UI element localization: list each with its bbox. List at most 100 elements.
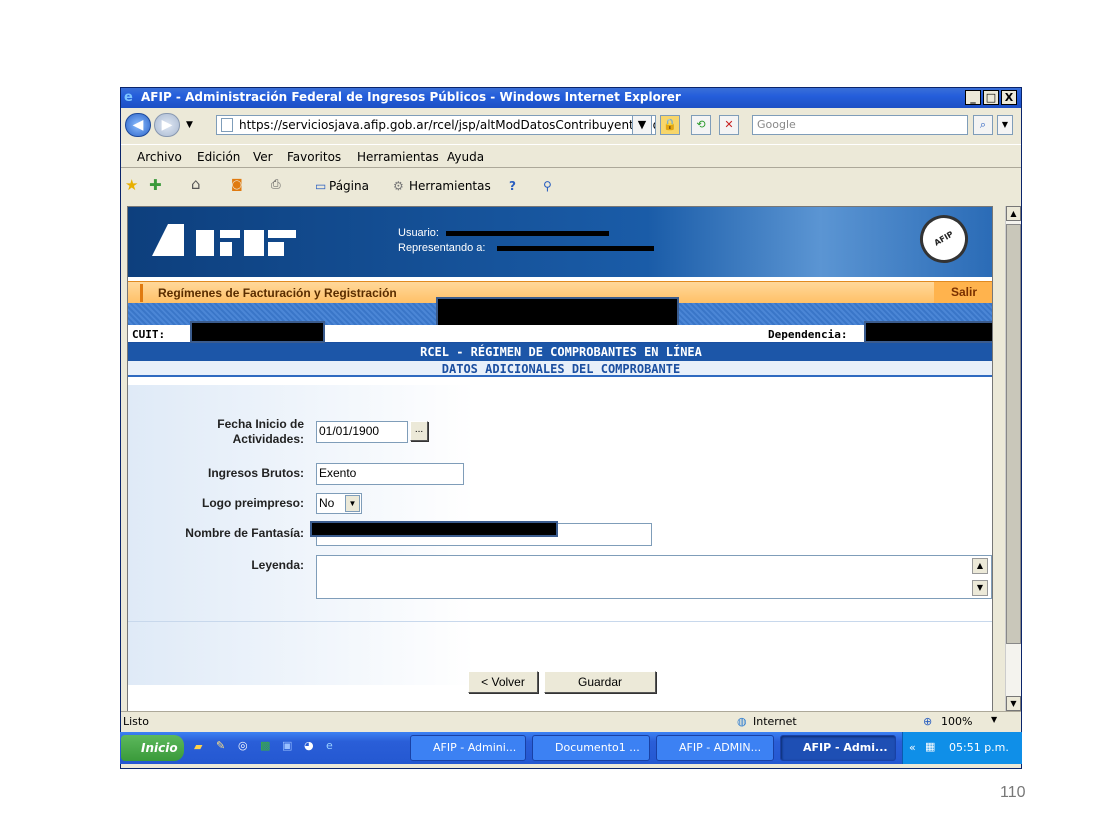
history-dropdown-icon[interactable]: ▼ bbox=[186, 120, 193, 130]
ingresos-brutos-input[interactable]: Exento bbox=[316, 463, 464, 485]
ingresos-label: Ingresos Brutos: bbox=[207, 466, 304, 480]
research-icon[interactable]: ⚲ bbox=[543, 179, 552, 193]
redacted-cuit bbox=[190, 321, 325, 343]
fecha-inicio-input[interactable]: 01/01/1900 bbox=[316, 421, 408, 443]
menu-favoritos[interactable]: Favoritos bbox=[287, 150, 341, 164]
folder-icon[interactable]: ▰ bbox=[194, 740, 202, 753]
task-afip-2[interactable]: AFIP - ADMIN... bbox=[656, 735, 774, 761]
rcel-title: RCEL - RÉGIMEN DE COMPROBANTES EN LÍNEA bbox=[128, 343, 992, 361]
status-text: Listo bbox=[123, 715, 149, 728]
zoom-level[interactable]: 100% bbox=[941, 715, 972, 728]
excel-icon[interactable]: ▩ bbox=[260, 739, 270, 752]
cuit-row: CUIT: Dependencia: bbox=[128, 321, 992, 343]
logo-select-value: No bbox=[319, 496, 335, 510]
page-subtitle: DATOS ADICIONALES DEL COMPROBANTE bbox=[128, 361, 992, 377]
status-bar: Listo ◍ Internet ⊕ 100% ▼ bbox=[121, 711, 1021, 731]
close-button[interactable]: X bbox=[1001, 90, 1017, 105]
leyenda-textarea[interactable] bbox=[316, 555, 992, 599]
forward-button[interactable]: ▶ bbox=[154, 113, 180, 137]
leyenda-label: Leyenda: bbox=[251, 558, 304, 572]
fecha-label-1: Fecha Inicio de bbox=[217, 417, 304, 431]
redacted-representado bbox=[497, 246, 654, 251]
guardar-button[interactable]: Guardar bbox=[544, 671, 656, 693]
browser-window: e AFIP - Administración Federal de Ingre… bbox=[120, 87, 1022, 769]
zone-text: Internet bbox=[753, 715, 797, 728]
scroll-thumb[interactable] bbox=[1006, 224, 1021, 644]
afip-header: Usuario: Representando a: AFIP bbox=[128, 207, 992, 277]
section-title: Regímenes de Facturación y Registración bbox=[158, 286, 397, 300]
add-favorite-icon[interactable]: ✚ bbox=[149, 176, 162, 194]
afip-seal-logo: AFIP bbox=[911, 207, 977, 272]
scroll-up-icon[interactable]: ▲ bbox=[1006, 206, 1021, 221]
zoom-icon: ⊕ bbox=[923, 715, 933, 728]
section-bar-marker bbox=[140, 284, 143, 302]
system-tray: « ▦ 05:51 p.m. bbox=[902, 732, 1022, 764]
menu-ayuda[interactable]: Ayuda bbox=[447, 150, 484, 164]
fecha-label-2: Actividades: bbox=[232, 432, 304, 446]
task-afip-active[interactable]: AFIP - Admi... bbox=[780, 735, 896, 761]
taskbar: Inicio ▰ ✎ ◎ ▩ ▣ ◕ e AFIP - Admini... Do… bbox=[120, 732, 1022, 764]
search-options-icon[interactable]: ▼ bbox=[997, 115, 1013, 135]
menu-herramientas[interactable]: Herramientas bbox=[357, 150, 439, 164]
lock-icon[interactable]: 🔒 bbox=[660, 115, 680, 135]
refresh-icon[interactable]: ⟲ bbox=[691, 115, 711, 135]
quicklaunch-icon-2[interactable]: ✎ bbox=[216, 739, 225, 752]
ie-icon: e bbox=[124, 90, 133, 105]
fantasia-label: Nombre de Fantasía: bbox=[185, 526, 304, 540]
word-icon[interactable]: ▣ bbox=[282, 739, 292, 752]
redacted-user bbox=[446, 231, 609, 236]
window-title: AFIP - Administración Federal de Ingreso… bbox=[141, 90, 681, 104]
favorites-star-icon[interactable]: ★ bbox=[125, 176, 138, 194]
menu-archivo[interactable]: Archivo bbox=[137, 150, 182, 164]
menu-bar: Archivo Edición Ver Favoritos Herramient… bbox=[121, 144, 1021, 168]
tools-gear-icon: ⚙ bbox=[393, 179, 404, 193]
menu-ver[interactable]: Ver bbox=[253, 150, 273, 164]
form-divider bbox=[128, 621, 992, 622]
url-text: https://serviciosjava.afip.gob.ar/rcel/j… bbox=[239, 118, 656, 132]
leyenda-scroll-down[interactable]: ▼ bbox=[972, 580, 988, 596]
chevron-down-icon[interactable]: ▼ bbox=[345, 495, 360, 512]
zoom-dropdown-icon[interactable]: ▼ bbox=[991, 715, 997, 724]
minimize-button[interactable]: _ bbox=[965, 90, 981, 105]
feeds-icon[interactable]: ◙ bbox=[231, 177, 243, 191]
search-input[interactable]: Google bbox=[752, 115, 968, 135]
dependencia-label: Dependencia: bbox=[768, 328, 848, 341]
vertical-scrollbar[interactable]: ▲ ▼ bbox=[1005, 206, 1021, 714]
logo-preimpreso-select[interactable]: No ▼ bbox=[316, 493, 362, 514]
calendar-button[interactable]: ... bbox=[410, 421, 428, 441]
form-area: Fecha Inicio de Actividades: 01/01/1900 … bbox=[128, 385, 992, 693]
clock[interactable]: 05:51 p.m. bbox=[949, 741, 1009, 754]
task-afip-1[interactable]: AFIP - Admini... bbox=[410, 735, 526, 761]
tray-expand-icon[interactable]: « bbox=[909, 741, 916, 754]
slide-number: 110 bbox=[1000, 784, 1026, 801]
back-button[interactable]: ◀ bbox=[125, 113, 151, 137]
print-icon[interactable]: ⎙ bbox=[271, 177, 281, 192]
cuit-label: CUIT: bbox=[132, 328, 166, 341]
quicklaunch-icon-6[interactable]: ◕ bbox=[304, 739, 314, 752]
home-icon[interactable]: ⌂ bbox=[191, 175, 201, 193]
redacted-fantasia bbox=[310, 521, 558, 537]
ie-quicklaunch-icon[interactable]: e bbox=[326, 739, 333, 752]
redacted-dependencia bbox=[864, 321, 992, 343]
logo-label: Logo preimpreso: bbox=[201, 496, 304, 510]
page-menu[interactable]: Página bbox=[329, 179, 369, 193]
scroll-down-icon[interactable]: ▼ bbox=[1006, 696, 1021, 711]
url-input[interactable]: https://serviciosjava.afip.gob.ar/rcel/j… bbox=[216, 115, 656, 135]
stop-icon[interactable]: ✕ bbox=[719, 115, 739, 135]
tools-menu[interactable]: Herramientas bbox=[409, 179, 491, 193]
start-button[interactable]: Inicio bbox=[121, 735, 184, 761]
search-icon[interactable]: ⌕ bbox=[973, 115, 993, 135]
menu-edicion[interactable]: Edición bbox=[197, 150, 240, 164]
url-dropdown-icon[interactable]: ▼ bbox=[632, 115, 652, 135]
maximize-button[interactable]: □ bbox=[983, 90, 999, 105]
task-documento1[interactable]: Documento1 ... bbox=[532, 735, 650, 761]
volver-button[interactable]: < Volver bbox=[468, 671, 538, 693]
salir-link[interactable]: Salir bbox=[934, 282, 992, 304]
page-icon bbox=[221, 118, 233, 132]
usuario-label: Usuario: bbox=[398, 227, 439, 239]
quicklaunch-icon-3[interactable]: ◎ bbox=[238, 739, 248, 752]
page-content: Usuario: Representando a: AFIP Regímenes… bbox=[127, 206, 993, 714]
leyenda-scroll-up[interactable]: ▲ bbox=[972, 558, 988, 574]
network-icon[interactable]: ▦ bbox=[925, 740, 935, 753]
help-icon[interactable]: ? bbox=[509, 179, 516, 193]
